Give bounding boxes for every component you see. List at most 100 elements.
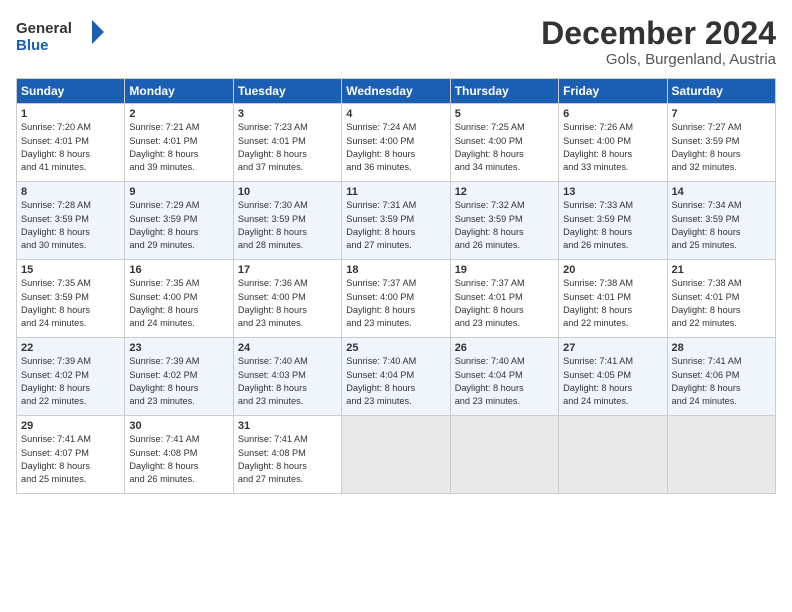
cell-content: Sunrise: 7:20 AMSunset: 4:01 PMDaylight:… xyxy=(21,121,120,174)
day-number: 15 xyxy=(21,264,120,276)
day-number: 25 xyxy=(346,342,445,354)
svg-text:Blue: Blue xyxy=(16,37,49,54)
location: Gols, Burgenland, Austria xyxy=(541,51,776,68)
cell-content: Sunrise: 7:35 AMSunset: 4:00 PMDaylight:… xyxy=(129,277,228,330)
logo-svg: General Blue xyxy=(16,16,106,54)
cell-content: Sunrise: 7:37 AMSunset: 4:00 PMDaylight:… xyxy=(346,277,445,330)
calendar-cell: 25Sunrise: 7:40 AMSunset: 4:04 PMDayligh… xyxy=(342,338,450,416)
day-number: 13 xyxy=(563,186,662,198)
calendar-cell: 26Sunrise: 7:40 AMSunset: 4:04 PMDayligh… xyxy=(450,338,558,416)
cell-content: Sunrise: 7:23 AMSunset: 4:01 PMDaylight:… xyxy=(238,121,337,174)
calendar-table: SundayMondayTuesdayWednesdayThursdayFrid… xyxy=(16,78,776,494)
weekday-sunday: Sunday xyxy=(17,79,125,104)
day-number: 5 xyxy=(455,108,554,120)
day-number: 3 xyxy=(238,108,337,120)
day-number: 21 xyxy=(672,264,771,276)
day-number: 24 xyxy=(238,342,337,354)
day-number: 30 xyxy=(129,420,228,432)
week-row-1: 1Sunrise: 7:20 AMSunset: 4:01 PMDaylight… xyxy=(17,104,776,182)
calendar-cell: 23Sunrise: 7:39 AMSunset: 4:02 PMDayligh… xyxy=(125,338,233,416)
calendar-cell: 8Sunrise: 7:28 AMSunset: 3:59 PMDaylight… xyxy=(17,182,125,260)
cell-content: Sunrise: 7:32 AMSunset: 3:59 PMDaylight:… xyxy=(455,199,554,252)
cell-content: Sunrise: 7:29 AMSunset: 3:59 PMDaylight:… xyxy=(129,199,228,252)
calendar-cell: 10Sunrise: 7:30 AMSunset: 3:59 PMDayligh… xyxy=(233,182,341,260)
day-number: 12 xyxy=(455,186,554,198)
cell-content: Sunrise: 7:41 AMSunset: 4:06 PMDaylight:… xyxy=(672,355,771,408)
day-number: 19 xyxy=(455,264,554,276)
cell-content: Sunrise: 7:41 AMSunset: 4:07 PMDaylight:… xyxy=(21,433,120,486)
calendar-cell: 4Sunrise: 7:24 AMSunset: 4:00 PMDaylight… xyxy=(342,104,450,182)
calendar-cell: 15Sunrise: 7:35 AMSunset: 3:59 PMDayligh… xyxy=(17,260,125,338)
calendar-cell xyxy=(667,416,775,494)
calendar-cell xyxy=(450,416,558,494)
calendar-cell: 29Sunrise: 7:41 AMSunset: 4:07 PMDayligh… xyxy=(17,416,125,494)
calendar-cell: 19Sunrise: 7:37 AMSunset: 4:01 PMDayligh… xyxy=(450,260,558,338)
cell-content: Sunrise: 7:39 AMSunset: 4:02 PMDaylight:… xyxy=(129,355,228,408)
calendar-cell: 3Sunrise: 7:23 AMSunset: 4:01 PMDaylight… xyxy=(233,104,341,182)
cell-content: Sunrise: 7:41 AMSunset: 4:05 PMDaylight:… xyxy=(563,355,662,408)
cell-content: Sunrise: 7:30 AMSunset: 3:59 PMDaylight:… xyxy=(238,199,337,252)
weekday-saturday: Saturday xyxy=(667,79,775,104)
weekday-wednesday: Wednesday xyxy=(342,79,450,104)
cell-content: Sunrise: 7:36 AMSunset: 4:00 PMDaylight:… xyxy=(238,277,337,330)
calendar-cell: 28Sunrise: 7:41 AMSunset: 4:06 PMDayligh… xyxy=(667,338,775,416)
day-number: 11 xyxy=(346,186,445,198)
calendar-cell: 21Sunrise: 7:38 AMSunset: 4:01 PMDayligh… xyxy=(667,260,775,338)
cell-content: Sunrise: 7:35 AMSunset: 3:59 PMDaylight:… xyxy=(21,277,120,330)
cell-content: Sunrise: 7:40 AMSunset: 4:03 PMDaylight:… xyxy=(238,355,337,408)
cell-content: Sunrise: 7:31 AMSunset: 3:59 PMDaylight:… xyxy=(346,199,445,252)
cell-content: Sunrise: 7:37 AMSunset: 4:01 PMDaylight:… xyxy=(455,277,554,330)
day-number: 29 xyxy=(21,420,120,432)
day-number: 9 xyxy=(129,186,228,198)
calendar-cell: 18Sunrise: 7:37 AMSunset: 4:00 PMDayligh… xyxy=(342,260,450,338)
cell-content: Sunrise: 7:34 AMSunset: 3:59 PMDaylight:… xyxy=(672,199,771,252)
day-number: 22 xyxy=(21,342,120,354)
calendar-cell xyxy=(559,416,667,494)
cell-content: Sunrise: 7:33 AMSunset: 3:59 PMDaylight:… xyxy=(563,199,662,252)
calendar-cell: 20Sunrise: 7:38 AMSunset: 4:01 PMDayligh… xyxy=(559,260,667,338)
calendar-cell: 12Sunrise: 7:32 AMSunset: 3:59 PMDayligh… xyxy=(450,182,558,260)
day-number: 4 xyxy=(346,108,445,120)
calendar-cell: 24Sunrise: 7:40 AMSunset: 4:03 PMDayligh… xyxy=(233,338,341,416)
header: General Blue December 2024 Gols, Burgenl… xyxy=(16,16,776,68)
week-row-3: 15Sunrise: 7:35 AMSunset: 3:59 PMDayligh… xyxy=(17,260,776,338)
calendar-cell: 2Sunrise: 7:21 AMSunset: 4:01 PMDaylight… xyxy=(125,104,233,182)
calendar-cell: 31Sunrise: 7:41 AMSunset: 4:08 PMDayligh… xyxy=(233,416,341,494)
calendar-cell: 11Sunrise: 7:31 AMSunset: 3:59 PMDayligh… xyxy=(342,182,450,260)
calendar-page: General Blue December 2024 Gols, Burgenl… xyxy=(0,0,792,612)
weekday-header-row: SundayMondayTuesdayWednesdayThursdayFrid… xyxy=(17,79,776,104)
calendar-cell: 27Sunrise: 7:41 AMSunset: 4:05 PMDayligh… xyxy=(559,338,667,416)
week-row-2: 8Sunrise: 7:28 AMSunset: 3:59 PMDaylight… xyxy=(17,182,776,260)
day-number: 20 xyxy=(563,264,662,276)
day-number: 2 xyxy=(129,108,228,120)
weekday-monday: Monday xyxy=(125,79,233,104)
cell-content: Sunrise: 7:40 AMSunset: 4:04 PMDaylight:… xyxy=(455,355,554,408)
day-number: 26 xyxy=(455,342,554,354)
calendar-cell: 9Sunrise: 7:29 AMSunset: 3:59 PMDaylight… xyxy=(125,182,233,260)
cell-content: Sunrise: 7:40 AMSunset: 4:04 PMDaylight:… xyxy=(346,355,445,408)
cell-content: Sunrise: 7:38 AMSunset: 4:01 PMDaylight:… xyxy=(563,277,662,330)
day-number: 16 xyxy=(129,264,228,276)
calendar-cell: 30Sunrise: 7:41 AMSunset: 4:08 PMDayligh… xyxy=(125,416,233,494)
calendar-cell: 1Sunrise: 7:20 AMSunset: 4:01 PMDaylight… xyxy=(17,104,125,182)
week-row-4: 22Sunrise: 7:39 AMSunset: 4:02 PMDayligh… xyxy=(17,338,776,416)
day-number: 27 xyxy=(563,342,662,354)
weekday-friday: Friday xyxy=(559,79,667,104)
cell-content: Sunrise: 7:41 AMSunset: 4:08 PMDaylight:… xyxy=(129,433,228,486)
cell-content: Sunrise: 7:39 AMSunset: 4:02 PMDaylight:… xyxy=(21,355,120,408)
cell-content: Sunrise: 7:27 AMSunset: 3:59 PMDaylight:… xyxy=(672,121,771,174)
weekday-tuesday: Tuesday xyxy=(233,79,341,104)
day-number: 18 xyxy=(346,264,445,276)
calendar-cell xyxy=(342,416,450,494)
title-block: December 2024 Gols, Burgenland, Austria xyxy=(541,16,776,68)
cell-content: Sunrise: 7:26 AMSunset: 4:00 PMDaylight:… xyxy=(563,121,662,174)
cell-content: Sunrise: 7:21 AMSunset: 4:01 PMDaylight:… xyxy=(129,121,228,174)
day-number: 28 xyxy=(672,342,771,354)
cell-content: Sunrise: 7:24 AMSunset: 4:00 PMDaylight:… xyxy=(346,121,445,174)
calendar-cell: 14Sunrise: 7:34 AMSunset: 3:59 PMDayligh… xyxy=(667,182,775,260)
day-number: 10 xyxy=(238,186,337,198)
week-row-5: 29Sunrise: 7:41 AMSunset: 4:07 PMDayligh… xyxy=(17,416,776,494)
day-number: 1 xyxy=(21,108,120,120)
day-number: 31 xyxy=(238,420,337,432)
calendar-cell: 13Sunrise: 7:33 AMSunset: 3:59 PMDayligh… xyxy=(559,182,667,260)
